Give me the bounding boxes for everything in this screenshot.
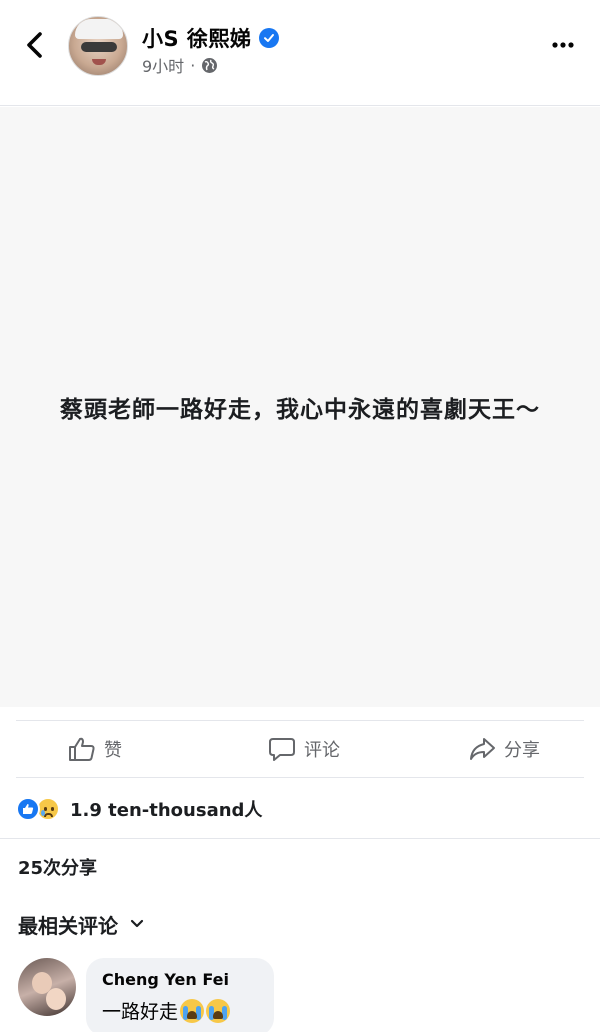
reactions-summary[interactable]: 1.9 ten-thousand人 bbox=[16, 792, 262, 826]
comment-icon bbox=[268, 738, 295, 761]
crying-face-icon bbox=[206, 998, 231, 1023]
share-button[interactable]: 分享 bbox=[383, 721, 584, 777]
author-name-row: 小S 徐熙娣 bbox=[142, 23, 280, 53]
back-icon bbox=[27, 32, 42, 58]
globe-icon bbox=[202, 57, 218, 73]
more-options-button[interactable] bbox=[548, 30, 578, 60]
share-icon bbox=[469, 738, 495, 760]
post-text: 蔡頭老師一路好走，我心中永遠的喜劇天王～ bbox=[60, 397, 540, 423]
post-meta: 9小时 · bbox=[142, 54, 218, 76]
meta-separator: · bbox=[190, 55, 196, 75]
chevron-down-icon bbox=[130, 919, 144, 928]
like-label: 赞 bbox=[104, 740, 122, 761]
comment-label: 评论 bbox=[303, 740, 340, 761]
post-actions-bar: 赞 评论 分享 bbox=[16, 720, 584, 778]
comments-sort-dropdown[interactable]: 最相关评论 bbox=[18, 908, 144, 940]
comment-bubble[interactable]: Cheng Yen Fei 一路好走 bbox=[86, 958, 274, 1032]
like-button[interactable]: 赞 bbox=[16, 721, 225, 777]
author-name[interactable]: 小S 徐熙娣 bbox=[142, 23, 251, 53]
post-time[interactable]: 9小时 bbox=[142, 53, 184, 77]
crying-face-icon bbox=[180, 998, 205, 1023]
back-button[interactable] bbox=[18, 28, 50, 62]
comment-author[interactable]: Cheng Yen Fei bbox=[102, 970, 258, 989]
post-content[interactable]: 蔡頭老師一路好走，我心中永遠的喜劇天王～ bbox=[0, 107, 600, 707]
post-header: 小S 徐熙娣 9小时 · bbox=[0, 0, 600, 106]
comment-text: 一路好走 bbox=[102, 1001, 179, 1023]
reaction-icons bbox=[16, 795, 64, 823]
share-count[interactable]: 25次分享 bbox=[18, 854, 97, 880]
divider bbox=[0, 838, 600, 839]
more-icon bbox=[552, 42, 574, 48]
comment-button[interactable]: 评论 bbox=[225, 721, 382, 777]
verified-badge-icon bbox=[259, 28, 280, 48]
author-avatar[interactable] bbox=[68, 16, 128, 76]
comments-sort-label: 最相关评论 bbox=[18, 913, 118, 938]
reaction-count: 1.9 ten-thousand人 bbox=[70, 800, 263, 821]
comment-body: 一路好走 bbox=[102, 997, 258, 1024]
like-icon bbox=[69, 737, 95, 761]
share-label: 分享 bbox=[503, 740, 540, 761]
like-reaction-icon bbox=[16, 797, 40, 821]
commenter-avatar[interactable] bbox=[18, 958, 76, 1016]
